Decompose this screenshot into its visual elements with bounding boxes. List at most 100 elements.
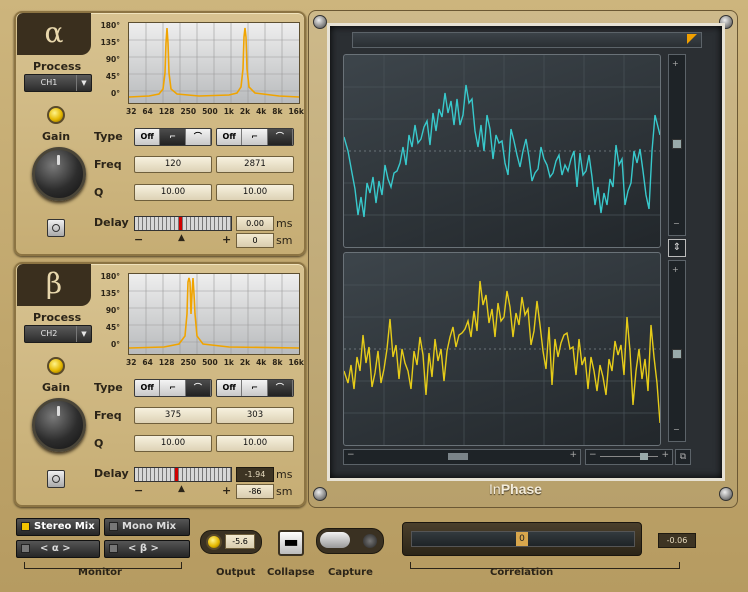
correlation-label: Correlation	[490, 567, 554, 578]
filter-type-selector-1[interactable]: Off ⌐ ⌒	[134, 379, 212, 397]
invert-polarity-button[interactable]	[47, 219, 65, 237]
type-label: Type	[94, 130, 123, 143]
delay-minus-button[interactable]: −	[134, 484, 143, 497]
capture-switch[interactable]	[316, 528, 384, 554]
screw-icon	[313, 487, 327, 501]
type-off-button[interactable]: Off	[135, 129, 161, 145]
scope-top-ruler[interactable]	[352, 32, 702, 48]
type-shelf-icon[interactable]: ⌐	[242, 380, 268, 396]
footer-bar: Stereo Mix Mono Mix < α > < β > Monitor …	[0, 512, 748, 592]
correlation-value: -0.06	[658, 533, 696, 548]
freq-field-1[interactable]: 375	[134, 407, 212, 424]
q-field-1[interactable]: 10.00	[134, 435, 212, 452]
filter-type-selector-1[interactable]: Off ⌐ ⌒	[134, 128, 212, 146]
gain-label: Gain	[42, 130, 71, 143]
y-tick: 90°	[105, 306, 120, 315]
alpha-monitor-button[interactable]: < α >	[16, 540, 100, 558]
freq-field-2[interactable]: 2871	[216, 156, 294, 173]
chevron-down-icon: ▼	[76, 75, 91, 91]
correlation-marker: 0	[516, 532, 528, 546]
screw-icon	[719, 487, 733, 501]
type-off-button[interactable]: Off	[217, 129, 243, 145]
alpha-symbol: α	[17, 13, 91, 55]
process-dropdown[interactable]: CH1 ▼	[24, 74, 92, 92]
top-gain-slider[interactable]: + −	[668, 54, 686, 236]
output-control[interactable]: -5.6	[200, 530, 262, 554]
delay-center-marker: ▲	[178, 484, 185, 494]
type-off-button[interactable]: Off	[135, 380, 161, 396]
slider-thumb[interactable]	[672, 139, 682, 149]
output-value[interactable]: -5.6	[225, 534, 255, 549]
correlation-track: 0	[411, 531, 635, 547]
delay-slider[interactable]	[134, 216, 232, 231]
time-scroll-bar[interactable]: − +	[343, 449, 581, 465]
y-tick: 180°	[100, 21, 120, 30]
freq-field-1[interactable]: 120	[134, 156, 212, 173]
y-tick: 90°	[105, 55, 120, 64]
trace-panel-top	[343, 54, 661, 248]
delay-plus-button[interactable]: +	[222, 233, 231, 246]
delay-slider[interactable]	[134, 467, 232, 482]
delay-samples-field[interactable]: -86	[236, 484, 274, 499]
trace-panel-bottom	[343, 252, 661, 446]
q-field-1[interactable]: 10.00	[134, 184, 212, 201]
link-toggle-icon[interactable]: ⇕	[668, 239, 686, 257]
output-label: Output	[216, 567, 256, 578]
yellow-waveform	[344, 253, 660, 445]
unit-sm: sm	[276, 234, 293, 247]
scroll-thumb[interactable]	[448, 453, 468, 460]
collapse-button[interactable]: ▬	[278, 530, 304, 556]
q-field-2[interactable]: 10.00	[216, 184, 294, 201]
delay-minus-button[interactable]: −	[134, 233, 143, 246]
cyan-waveform	[344, 55, 660, 247]
inphase-plugin: α Process CH1 ▼ Gain 180° 135° 90° 45° 0°…	[0, 0, 748, 592]
filter-type-selector-2[interactable]: Off ⌐ ⌒	[216, 128, 294, 146]
enable-led-button[interactable]	[47, 106, 65, 124]
y-tick: 45°	[105, 323, 120, 332]
q-label: Q	[94, 437, 104, 450]
freq-field-2[interactable]: 303	[216, 407, 294, 424]
phase-response-graph	[128, 22, 300, 104]
marker-icon	[687, 34, 697, 44]
freq-label: Freq	[94, 158, 122, 171]
delay-label: Delay	[94, 216, 129, 229]
freq-label: Freq	[94, 409, 122, 422]
delay-ms-field[interactable]: -1.94	[236, 467, 274, 482]
delay-ms-field[interactable]: 0.00	[236, 216, 274, 231]
delay-plus-button[interactable]: +	[222, 484, 231, 497]
zoom-slider[interactable]: − +	[585, 449, 673, 465]
delay-samples-field[interactable]: 0	[236, 233, 274, 248]
invert-polarity-button[interactable]	[47, 470, 65, 488]
filter-type-selector-2[interactable]: Off ⌐ ⌒	[216, 379, 294, 397]
zoom-thumb[interactable]	[640, 453, 648, 460]
type-bell-icon[interactable]: ⌒	[185, 380, 211, 396]
process-dropdown[interactable]: CH2 ▼	[24, 325, 92, 343]
process-label: Process	[33, 60, 82, 73]
y-tick: 180°	[100, 272, 120, 281]
capture-toggle-handle[interactable]	[320, 532, 350, 548]
stereo-mix-button[interactable]: Stereo Mix	[16, 518, 100, 536]
alpha-panel: α Process CH1 ▼ Gain 180° 135° 90° 45° 0°…	[14, 11, 306, 256]
unit-sm: sm	[276, 485, 293, 498]
gain-knob[interactable]	[32, 147, 86, 201]
app-logo: InPhase	[489, 481, 542, 497]
slider-thumb[interactable]	[672, 349, 682, 359]
zoom-reset-icon[interactable]: ⧉	[675, 449, 691, 465]
type-bell-icon[interactable]: ⌒	[267, 380, 293, 396]
y-tick: 0°	[111, 340, 120, 349]
type-bell-icon[interactable]: ⌒	[267, 129, 293, 145]
type-bell-icon[interactable]: ⌒	[185, 129, 211, 145]
bottom-gain-slider[interactable]: + −	[668, 260, 686, 442]
mono-mix-button[interactable]: Mono Mix	[104, 518, 190, 536]
oscilloscope-display: + − ⇕ + − − + − + ⧉	[327, 23, 725, 481]
type-shelf-icon[interactable]: ⌐	[160, 129, 186, 145]
q-field-2[interactable]: 10.00	[216, 435, 294, 452]
gain-knob[interactable]	[32, 398, 86, 452]
type-shelf-icon[interactable]: ⌐	[242, 129, 268, 145]
beta-monitor-button[interactable]: < β >	[104, 540, 190, 558]
type-shelf-icon[interactable]: ⌐	[160, 380, 186, 396]
y-tick: 135°	[100, 289, 120, 298]
type-off-button[interactable]: Off	[217, 380, 243, 396]
delay-label: Delay	[94, 467, 129, 480]
enable-led-button[interactable]	[47, 357, 65, 375]
